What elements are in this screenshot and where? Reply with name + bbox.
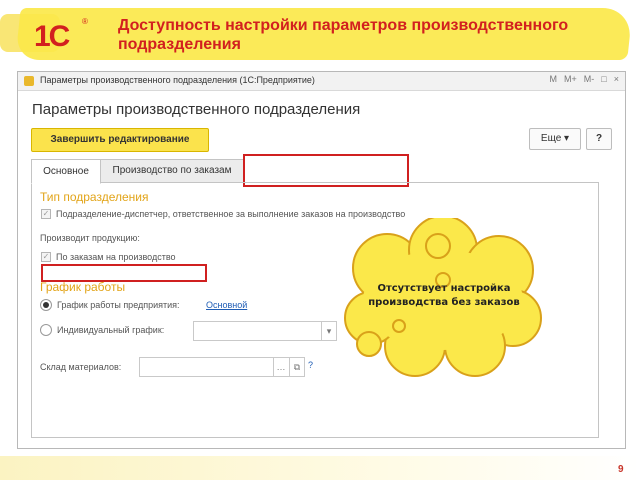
individual-schedule-label: Индивидуальный график: [57,325,165,335]
app-icon [24,76,34,86]
memory-minus-button[interactable]: M- [584,74,595,84]
slide-title: Доступность настройки параметров произво… [118,17,569,53]
warehouse-label: Склад материалов: [40,362,122,372]
orders-checkbox[interactable]: ✓ [41,252,51,262]
window-controls: M M+ M- □ × [550,74,619,84]
produces-label: Производит продукцию: [40,233,140,243]
help-button[interactable]: ? [586,128,612,150]
section-title-type: Тип подразделения [40,190,149,204]
callout-text: Отсутствует настройка производства без з… [368,283,520,308]
dispatcher-checkbox[interactable]: ✓ [41,209,51,219]
memory-button[interactable]: M [550,74,558,84]
tab-production-by-orders[interactable]: Производство по заказам [100,159,244,183]
finish-editing-button[interactable]: Завершить редактирование [31,128,209,152]
slide-footer [0,456,640,480]
individual-schedule-radio[interactable] [40,324,52,336]
window-titlebar: Параметры производственного подразделени… [18,72,625,91]
memory-plus-button[interactable]: M+ [564,74,577,84]
window-title: Параметры производственного подразделени… [40,75,315,85]
slide-header: 1C ® Доступность настройки параметров пр… [0,0,640,68]
warehouse-input[interactable]: … ⧉ [139,357,305,377]
tab-main[interactable]: Основное [31,159,101,184]
enterprise-schedule-label: График работы предприятия: [57,300,180,310]
ellipsis-icon[interactable]: … [273,358,288,376]
chevron-down-icon[interactable]: ▾ [321,322,336,340]
open-icon[interactable]: ⧉ [289,358,304,376]
enterprise-schedule-radio[interactable] [40,299,52,311]
registered-mark: ® [82,17,88,26]
warehouse-help-link[interactable]: ? [308,360,313,370]
maximize-button[interactable]: □ [601,74,606,84]
form-heading: Параметры производственного подразделени… [32,101,361,118]
enterprise-schedule-link[interactable]: Основной [206,300,247,310]
section-title-schedule: График работы [40,280,126,294]
orders-label: По заказам на производство [56,252,176,262]
more-button[interactable]: Еще ▾ [529,128,581,150]
1c-logo: 1C [34,20,70,53]
individual-schedule-input[interactable]: ▾ [193,321,337,341]
close-button[interactable]: × [614,74,619,84]
page-number: 9 [618,464,624,475]
